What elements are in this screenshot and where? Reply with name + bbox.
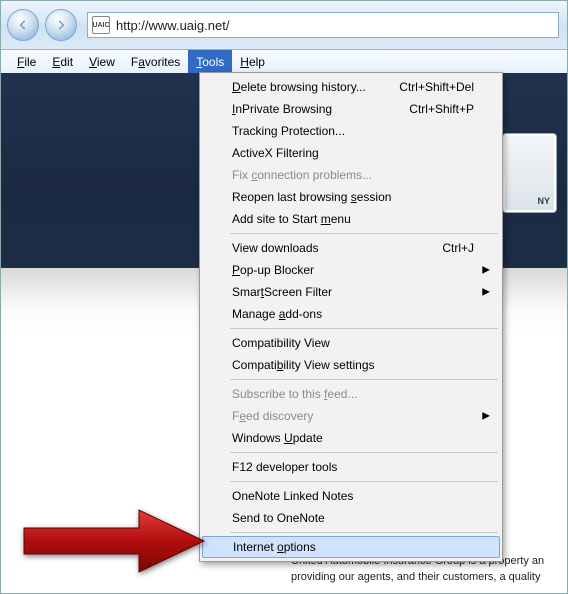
- menu-separator: [230, 452, 498, 453]
- menu-help[interactable]: Help: [232, 50, 273, 73]
- menu-favorites[interactable]: Favorites: [123, 50, 188, 73]
- menu-smartscreen-filter[interactable]: SmartScreen Filter▶: [202, 281, 500, 303]
- tools-dropdown-menu: Delete browsing history...Ctrl+Shift+Del…: [199, 72, 503, 562]
- menu-subscribe-feed: Subscribe to this feed...: [202, 383, 500, 405]
- menu-bar: File Edit View Favorites Tools Help: [1, 50, 567, 74]
- menu-edit[interactable]: Edit: [44, 50, 81, 73]
- menu-file[interactable]: File: [9, 50, 44, 73]
- menu-windows-update[interactable]: Windows Update: [202, 427, 500, 449]
- menu-view[interactable]: View: [81, 50, 123, 73]
- menu-inprivate-browsing[interactable]: InPrivate BrowsingCtrl+Shift+P: [202, 98, 500, 120]
- menu-separator: [230, 481, 498, 482]
- menu-fix-connection: Fix connection problems...: [202, 164, 500, 186]
- menu-internet-options[interactable]: Internet options: [202, 536, 500, 558]
- menu-tools[interactable]: Tools: [188, 50, 232, 73]
- menu-separator: [230, 379, 498, 380]
- submenu-arrow-icon: ▶: [482, 265, 490, 276]
- url-text: http://www.uaig.net/: [116, 18, 554, 33]
- arrow-left-icon: [16, 18, 30, 32]
- menu-delete-browsing-history[interactable]: Delete browsing history...Ctrl+Shift+Del: [202, 76, 500, 98]
- menu-view-downloads[interactable]: View downloadsCtrl+J: [202, 237, 500, 259]
- menu-f12-devtools[interactable]: F12 developer tools: [202, 456, 500, 478]
- menu-activex-filtering[interactable]: ActiveX Filtering: [202, 142, 500, 164]
- menu-separator: [230, 532, 498, 533]
- title-navigation-bar: UAIC http://www.uaig.net/: [1, 1, 567, 50]
- menu-onenote-linked[interactable]: OneNote Linked Notes: [202, 485, 500, 507]
- address-bar[interactable]: UAIC http://www.uaig.net/: [87, 12, 559, 38]
- menu-add-to-start[interactable]: Add site to Start menu: [202, 208, 500, 230]
- site-favicon-icon: UAIC: [92, 16, 110, 34]
- menu-compatibility-view[interactable]: Compatibility View: [202, 332, 500, 354]
- back-button[interactable]: [7, 9, 39, 41]
- menu-send-onenote[interactable]: Send to OneNote: [202, 507, 500, 529]
- arrow-right-icon: [54, 18, 68, 32]
- forward-button[interactable]: [45, 9, 77, 41]
- menu-separator: [230, 233, 498, 234]
- menu-popup-blocker[interactable]: Pop-up Blocker▶: [202, 259, 500, 281]
- state-badge: NY: [502, 133, 557, 213]
- submenu-arrow-icon: ▶: [482, 411, 490, 422]
- submenu-arrow-icon: ▶: [482, 287, 490, 298]
- menu-feed-discovery: Feed discovery▶: [202, 405, 500, 427]
- menu-reopen-session[interactable]: Reopen last browsing session: [202, 186, 500, 208]
- menu-separator: [230, 328, 498, 329]
- menu-manage-addons[interactable]: Manage add-ons: [202, 303, 500, 325]
- menu-compatibility-settings[interactable]: Compatibility View settings: [202, 354, 500, 376]
- menu-tracking-protection[interactable]: Tracking Protection...: [202, 120, 500, 142]
